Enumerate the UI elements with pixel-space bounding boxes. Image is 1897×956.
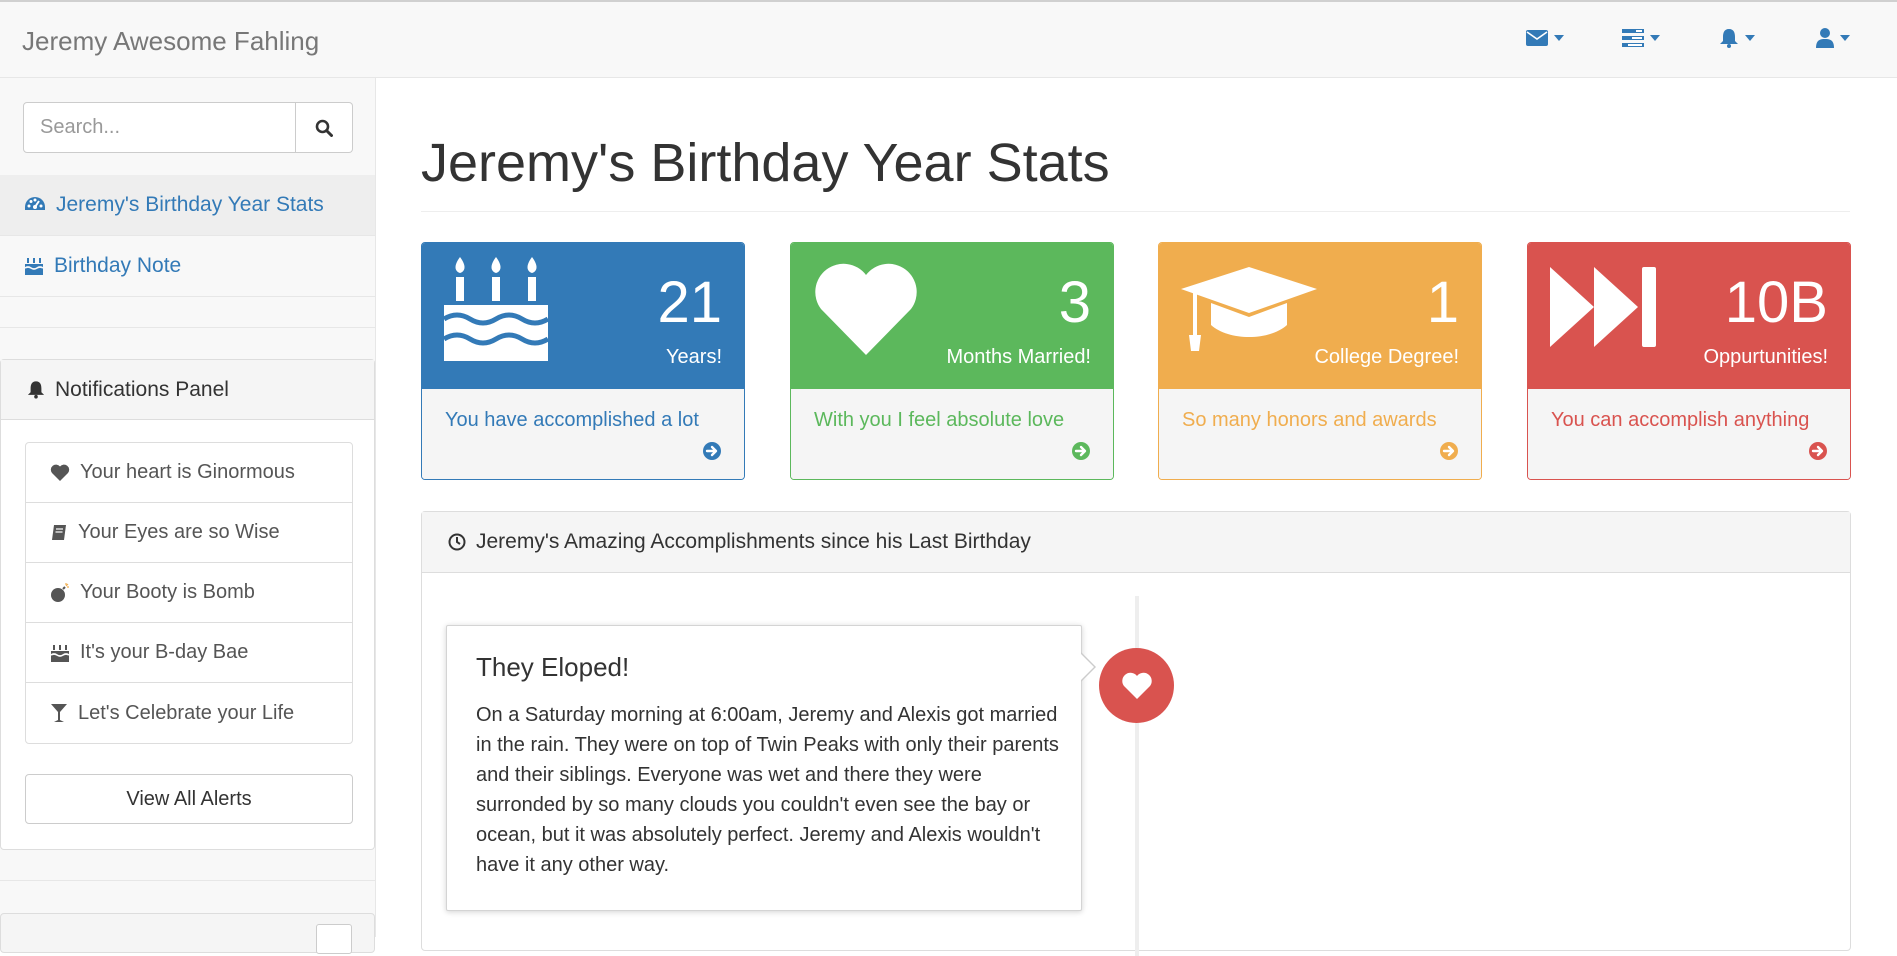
tasks-icon [1622, 29, 1644, 47]
stat-card-footer-text: So many honors and awards [1182, 409, 1437, 431]
stat-card-value: 21 [657, 270, 722, 335]
messages-dropdown[interactable] [1515, 28, 1575, 48]
notifications-panel-title: Notifications Panel [55, 377, 229, 401]
stat-card-label: Oppurtunities! [1703, 346, 1828, 368]
notification-label: It's your B-day Bae [80, 641, 249, 663]
birthday-cake-icon [50, 644, 70, 662]
accomplishments-panel-title: Jeremy's Amazing Accomplishments since h… [476, 530, 1031, 553]
bomb-icon [51, 582, 69, 602]
bell-icon [1720, 29, 1738, 48]
clock-icon [448, 533, 466, 551]
birthday-cake-icon [24, 258, 44, 275]
caret-down-icon [1650, 35, 1660, 41]
notification-label: Your Eyes are so Wise [78, 521, 280, 543]
arrow-circle-right-icon [1072, 442, 1090, 460]
notifications-panel-header: Notifications Panel [1, 360, 374, 420]
stat-card-footer-link[interactable]: With you I feel absolute love [791, 389, 1113, 479]
stat-card-footer-link[interactable]: You have accomplished a lot [422, 389, 744, 479]
user-dropdown[interactable] [1803, 28, 1863, 48]
search-group [23, 102, 353, 153]
accomplishments-panel: Jeremy's Amazing Accomplishments since h… [421, 511, 1851, 956]
stat-card-degree: 1 College Degree! So many honors and awa… [1158, 242, 1482, 480]
sidebar-item-birthday-note[interactable]: Birthday Note [0, 236, 375, 297]
stat-card-header: 10B Oppurtunities! [1528, 243, 1850, 389]
stat-card-value: 3 [1058, 270, 1091, 335]
brand-title[interactable]: Jeremy Awesome Fahling [22, 26, 319, 57]
heart-icon [1121, 672, 1152, 699]
stat-card-label: Years! [666, 346, 722, 368]
sidebar-divider [0, 880, 375, 881]
stat-card-footer-text: You have accomplished a lot [445, 409, 699, 431]
book-icon [52, 524, 66, 540]
accomplishments-panel-header: Jeremy's Amazing Accomplishments since h… [422, 512, 1850, 573]
heart-icon [815, 263, 917, 355]
arrow-circle-right-icon [1809, 442, 1827, 460]
notification-item[interactable]: Your Booty is Bomb [26, 563, 352, 623]
stat-card-header: 21 Years! [422, 243, 744, 389]
birthday-cake-icon [442, 257, 550, 361]
stat-card-married: 3 Months Married! With you I feel absolu… [790, 242, 1114, 480]
stat-card-header: 1 College Degree! [1159, 243, 1481, 389]
sidebar: Jeremy's Birthday Year Stats Birthday No… [0, 78, 376, 954]
stat-card-footer-text: With you I feel absolute love [814, 409, 1065, 431]
view-all-alerts-button[interactable]: View All Alerts [25, 774, 353, 824]
bell-icon [27, 381, 45, 399]
dashboard-icon [25, 197, 45, 210]
notification-item[interactable]: Your Eyes are so Wise [26, 503, 352, 563]
sidebar-divider [0, 297, 375, 328]
sidebar-nav: Jeremy's Birthday Year Stats Birthday No… [0, 175, 375, 328]
stat-card-footer-text: You can accomplish anything [1551, 409, 1810, 431]
stat-card-value: 1 [1426, 270, 1459, 335]
user-icon [1816, 28, 1834, 48]
caret-down-icon [1554, 35, 1564, 41]
glass-icon [51, 704, 67, 722]
stat-card-footer-link[interactable]: So many honors and awards [1159, 389, 1481, 479]
stat-card-label: Months Married! [946, 346, 1092, 368]
navbar-menus [1515, 28, 1863, 48]
arrow-circle-right-icon [1440, 442, 1458, 460]
stat-card-years: 21 Years! You have accomplished a lot [421, 242, 745, 480]
page-title: Jeremy's Birthday Year Stats [421, 133, 1110, 193]
notifications-list: Your heart is Ginormous Your Eyes are so… [25, 442, 353, 744]
search-input[interactable] [23, 102, 296, 153]
top-navbar: Jeremy Awesome Fahling [0, 0, 1897, 78]
timeline-entry-heading: They Eloped! [476, 652, 630, 682]
timeline-entry: They Eloped! On a Saturday morning at 6:… [446, 625, 1096, 911]
stat-card-label: College Degree! [1314, 346, 1459, 368]
notification-label: Your heart is Ginormous [80, 461, 295, 483]
caret-down-icon [1840, 35, 1850, 41]
notification-label: Let's Celebrate your Life [78, 701, 295, 724]
sidebar-item-label: Jeremy's Birthday Year Stats [56, 193, 324, 216]
timeline-badge [1099, 648, 1174, 723]
tasks-dropdown[interactable] [1611, 28, 1671, 48]
caret-down-icon [1745, 35, 1755, 41]
stat-card-footer-link[interactable]: You can accomplish anything [1528, 389, 1850, 479]
envelope-icon [1526, 30, 1548, 46]
heart-icon [50, 464, 70, 481]
chat-panel-button[interactable] [316, 924, 352, 954]
chat-panel [0, 913, 375, 954]
search-icon [315, 119, 333, 137]
graduation-cap-icon [1181, 267, 1317, 351]
notification-label: Your Booty is Bomb [80, 581, 255, 603]
notification-item[interactable]: Your heart is Ginormous [26, 443, 352, 503]
sidebar-item-label: Birthday Note [54, 254, 182, 277]
stat-card-opportunities: 10B Oppurtunities! You can accomplish an… [1527, 242, 1851, 480]
notification-item[interactable]: Let's Celebrate your Life [26, 683, 352, 743]
notifications-panel: Notifications Panel Your heart is Ginorm… [0, 359, 375, 850]
sidebar-item-stats[interactable]: Jeremy's Birthday Year Stats [0, 175, 375, 236]
search-button[interactable] [296, 102, 353, 153]
fast-forward-icon [1550, 267, 1656, 347]
stat-card-value: 10B [1724, 270, 1828, 335]
title-divider [421, 211, 1850, 212]
alerts-dropdown[interactable] [1707, 28, 1767, 48]
timeline-entry-body: On a Saturday morning at 6:00am, Jeremy … [476, 704, 1059, 876]
notification-item[interactable]: It's your B-day Bae [26, 623, 352, 683]
stat-card-header: 3 Months Married! [791, 243, 1113, 389]
arrow-circle-right-icon [703, 442, 721, 460]
